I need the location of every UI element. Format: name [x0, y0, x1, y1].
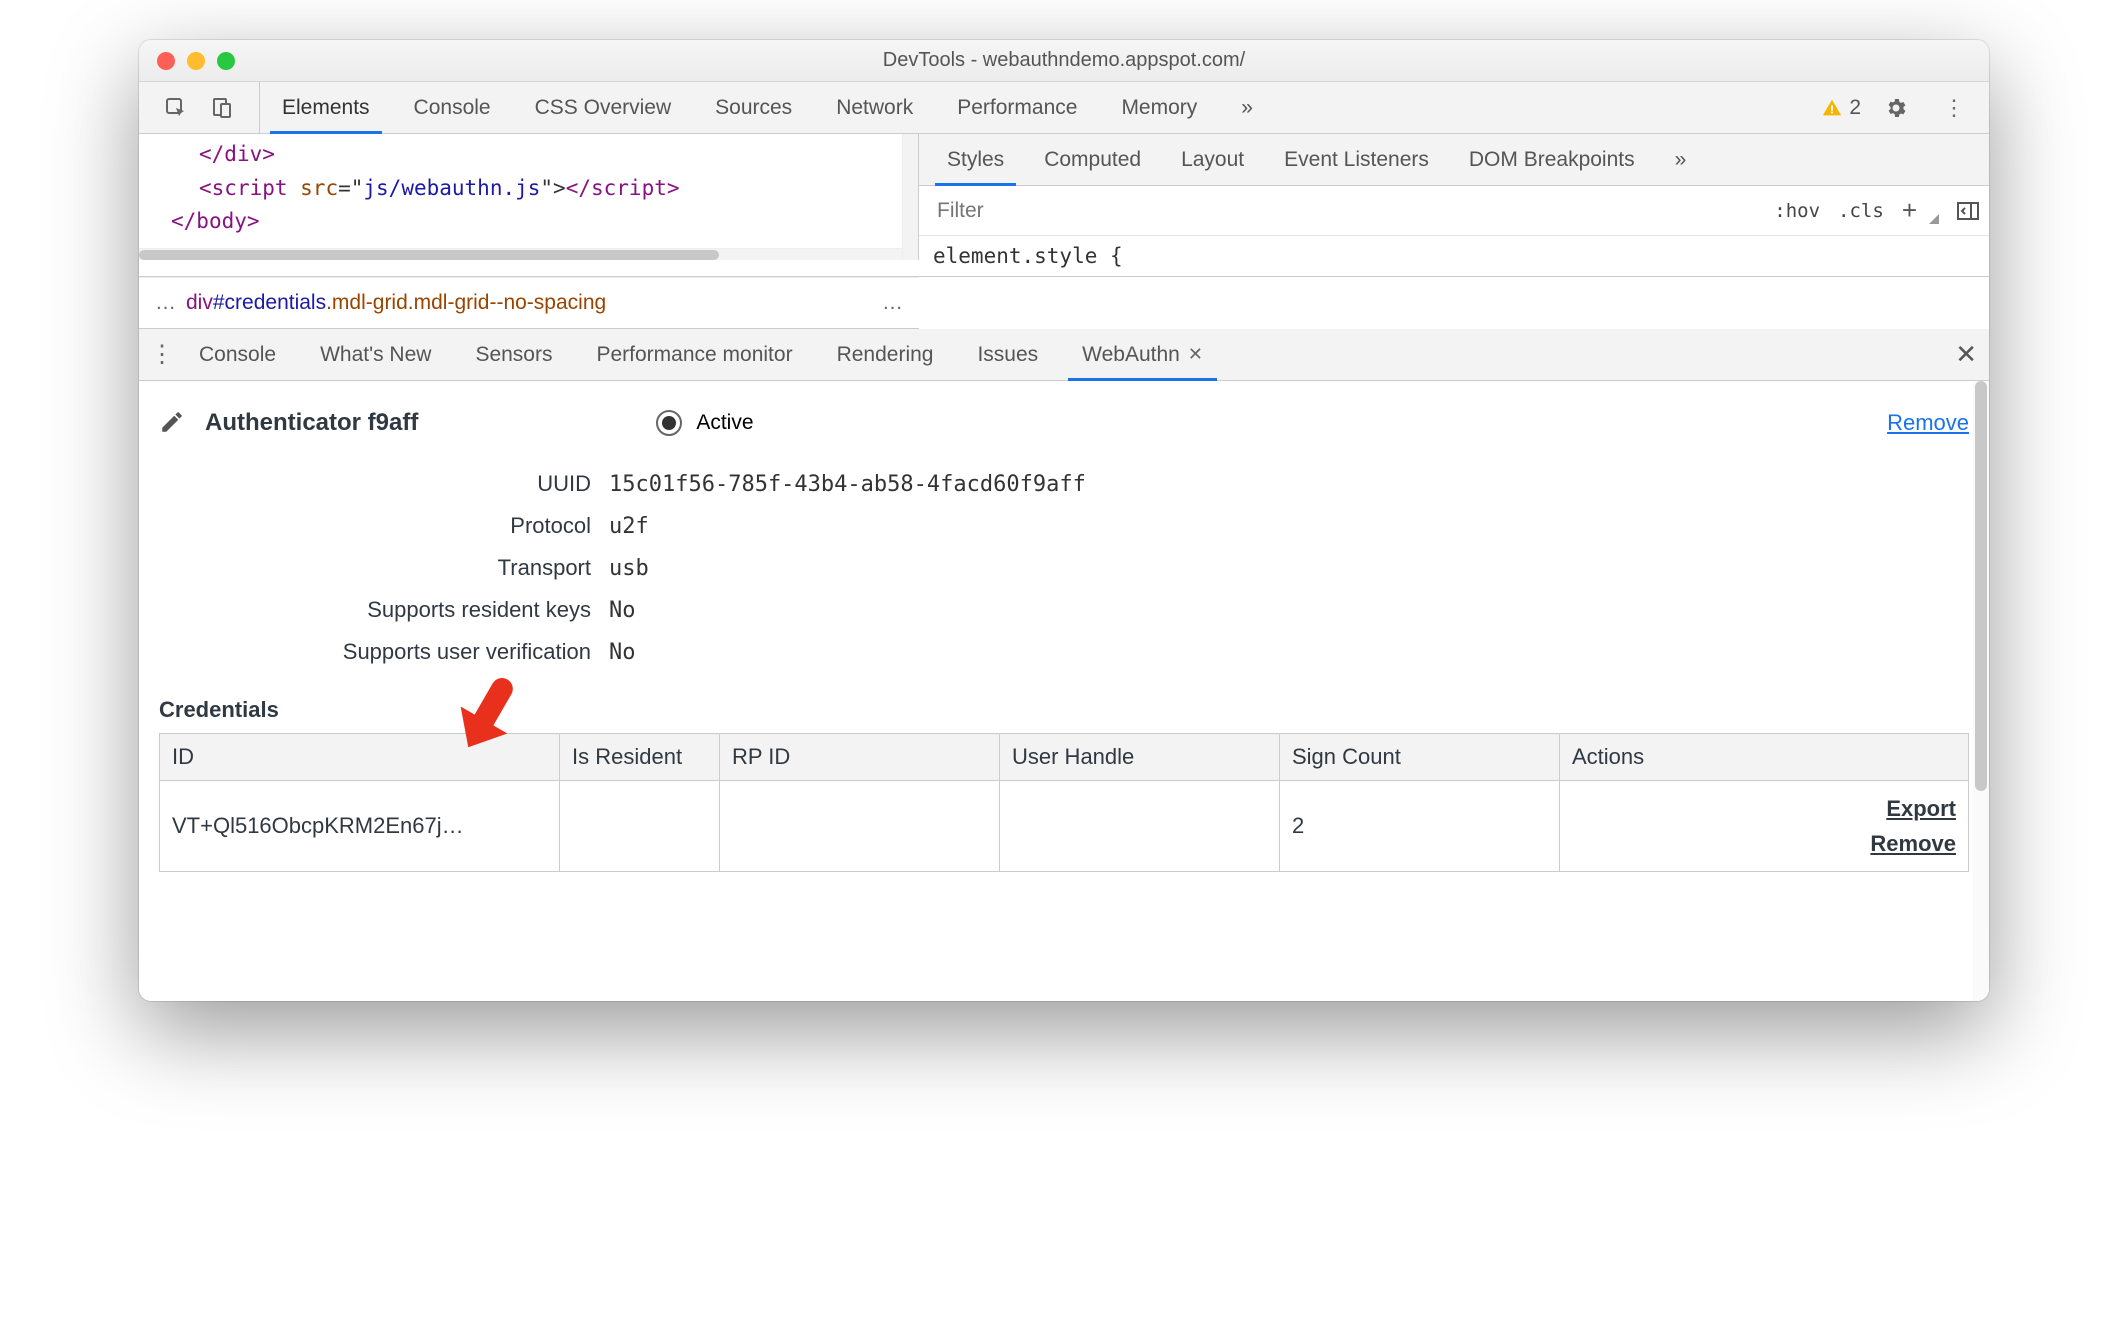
titlebar: DevTools - webauthndemo.appspot.com/ — [139, 40, 1989, 82]
authenticator-details: UUID15c01f56-785f-43b4-ab58-4facd60f9aff… — [179, 463, 1969, 673]
new-rule-icon[interactable]: + — [1902, 195, 1917, 226]
th-actions: Actions — [1560, 734, 1969, 781]
authenticator-title: Authenticator f9aff — [205, 409, 418, 437]
styles-tabs-overflow[interactable]: » — [1655, 134, 1707, 185]
cls-toggle[interactable]: .cls — [1838, 200, 1884, 222]
authenticator-header: Authenticator f9aff Active Remove — [159, 409, 1969, 437]
styles-filter-input[interactable] — [929, 191, 1774, 231]
tab-styles[interactable]: Styles — [927, 134, 1024, 185]
drawer-menu-icon[interactable]: ⋮ — [147, 340, 177, 369]
device-toggle-icon[interactable] — [205, 91, 239, 125]
styles-body[interactable]: element.style { — [919, 236, 1989, 276]
drawer-tabs: ⋮ Console What's New Sensors Performance… — [139, 329, 1989, 381]
export-button[interactable]: Export — [1572, 791, 1956, 826]
dom-tree-pane[interactable]: </div> <script src="js/webauthn.js"></sc… — [139, 134, 919, 260]
tab-css-overview[interactable]: CSS Overview — [513, 82, 694, 133]
radio-icon — [656, 410, 682, 436]
th-rpid: RP ID — [720, 734, 1000, 781]
devtools-window: DevTools - webauthndemo.appspot.com/ Ele… — [139, 40, 1989, 1001]
edit-icon[interactable] — [159, 409, 187, 437]
tabs-overflow[interactable]: » — [1219, 82, 1275, 133]
tab-elements[interactable]: Elements — [260, 82, 392, 133]
menu-icon[interactable]: ⋮ — [1937, 91, 1971, 125]
th-resident: Is Resident — [560, 734, 720, 781]
tab-memory[interactable]: Memory — [1099, 82, 1219, 133]
drawer-tab-webauthn[interactable]: WebAuthn ✕ — [1060, 329, 1225, 380]
breadcrumb[interactable]: … div#credentials.mdl-grid.mdl-grid--no-… — [139, 277, 919, 329]
tab-layout[interactable]: Layout — [1161, 134, 1264, 185]
cell-id: VT+Ql516ObcpKRM2En67j… — [160, 781, 560, 872]
cell-rpid — [720, 781, 1000, 872]
drawer-tab-console[interactable]: Console — [177, 329, 298, 380]
drawer-tab-whatsnew[interactable]: What's New — [298, 329, 453, 380]
webauthn-panel: Authenticator f9aff Active Remove UUID15… — [139, 381, 1989, 1001]
main-tabs: Elements Console CSS Overview Sources Ne… — [260, 82, 1821, 133]
styles-tabs: Styles Computed Layout Event Listeners D… — [919, 134, 1989, 186]
active-radio[interactable]: Active — [656, 410, 753, 436]
cell-signcount: 2 — [1280, 781, 1560, 872]
table-row: VT+Ql516ObcpKRM2En67j… 2 Export Remove — [160, 781, 1969, 872]
sidebar-toggle-icon[interactable] — [1957, 202, 1979, 220]
tab-console[interactable]: Console — [392, 82, 513, 133]
styles-toolbar: :hov .cls + — [919, 186, 1989, 236]
panel-scrollbar[interactable] — [1973, 381, 1989, 1001]
remove-button[interactable]: Remove — [1572, 826, 1956, 861]
drawer-tab-sensors[interactable]: Sensors — [453, 329, 574, 380]
code-horizontal-scrollbar[interactable] — [139, 248, 902, 260]
tab-computed[interactable]: Computed — [1024, 134, 1161, 185]
th-userhandle: User Handle — [1000, 734, 1280, 781]
drawer-tab-rendering[interactable]: Rendering — [815, 329, 956, 380]
tab-performance[interactable]: Performance — [935, 82, 1099, 133]
tab-sources[interactable]: Sources — [693, 82, 814, 133]
cell-resident — [560, 781, 720, 872]
inspect-element-icon[interactable] — [159, 91, 193, 125]
credentials-title: Credentials — [159, 697, 1969, 723]
main-toolbar: Elements Console CSS Overview Sources Ne… — [139, 82, 1989, 134]
active-label: Active — [696, 411, 753, 435]
warning-count-badge[interactable]: 2 — [1821, 96, 1861, 120]
credentials-table: ID Is Resident RP ID User Handle Sign Co… — [159, 733, 1969, 872]
tab-dom-breakpoints[interactable]: DOM Breakpoints — [1449, 134, 1655, 185]
window-title: DevTools - webauthndemo.appspot.com/ — [139, 49, 1989, 72]
resize-indicator — [1929, 214, 1939, 224]
elements-split: </div> <script src="js/webauthn.js"></sc… — [139, 134, 1989, 277]
th-signcount: Sign Count — [1280, 734, 1560, 781]
th-id: ID — [160, 734, 560, 781]
cell-userhandle — [1000, 781, 1280, 872]
tab-network[interactable]: Network — [814, 82, 935, 133]
settings-icon[interactable] — [1879, 91, 1913, 125]
close-tab-icon[interactable]: ✕ — [1188, 344, 1203, 365]
drawer-close-icon[interactable]: ✕ — [1955, 339, 1977, 370]
warning-count: 2 — [1849, 96, 1861, 120]
drawer-tab-perf-monitor[interactable]: Performance monitor — [574, 329, 814, 380]
hov-toggle[interactable]: :hov — [1774, 200, 1820, 222]
remove-authenticator-link[interactable]: Remove — [1887, 410, 1969, 436]
code-vertical-scrollbar[interactable] — [902, 134, 918, 260]
drawer-tab-issues[interactable]: Issues — [955, 329, 1060, 380]
styles-pane: Styles Computed Layout Event Listeners D… — [919, 134, 1989, 276]
cell-actions: Export Remove — [1560, 781, 1969, 872]
tab-event-listeners[interactable]: Event Listeners — [1264, 134, 1449, 185]
